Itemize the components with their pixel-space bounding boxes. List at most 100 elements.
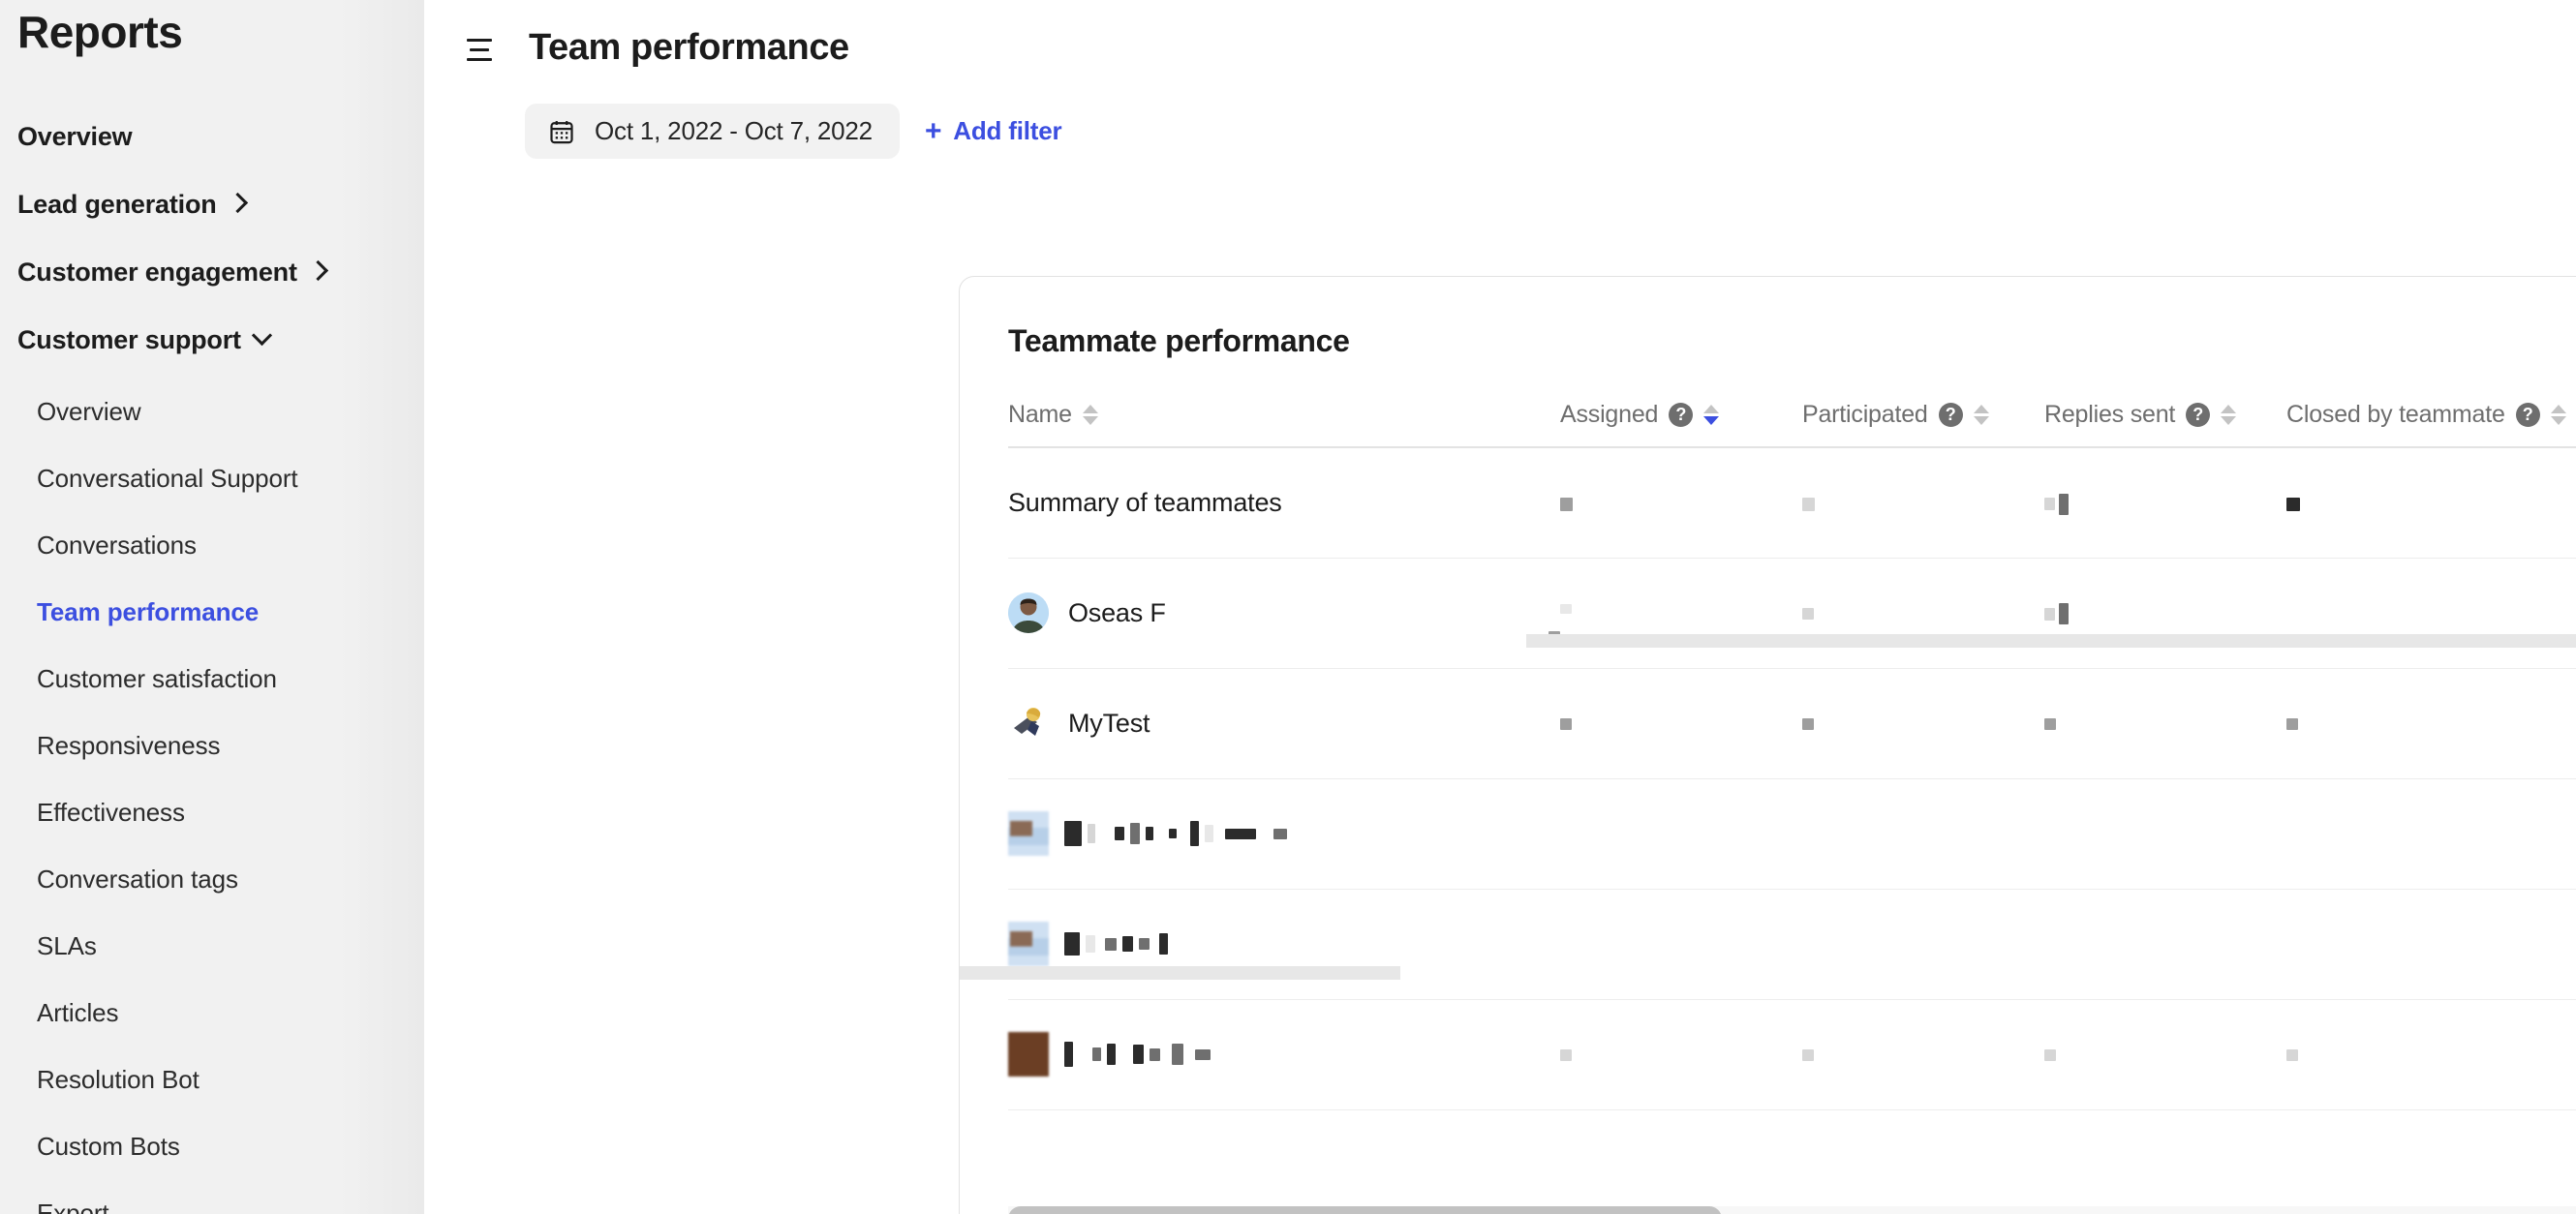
row-name-label: Summary of teammates [1008, 487, 1282, 517]
table-body: Summary of teammates Oseas F MyTest [1008, 447, 2576, 1110]
sort-toggle-name[interactable] [1082, 405, 1098, 425]
table-head: Name Assigned ? Participated ? Replies s… [1008, 399, 2576, 448]
column-label: Assigned [1560, 401, 1659, 428]
filter-bar: Oct 1, 2022 - Oct 7, 2022 + Add filter [424, 104, 2576, 159]
cell-participated [1802, 889, 2044, 1000]
redacted-value [1560, 497, 1573, 511]
redacted-value [1802, 718, 1814, 731]
cell-name: Oseas F [1008, 558, 1560, 669]
horizontal-scrollbar-track[interactable] [1008, 1206, 2576, 1214]
table-row[interactable] [1008, 889, 2576, 1000]
sidebar-item-label: Overview [17, 122, 133, 152]
sidebar-item-customer-engagement[interactable]: Customer engagement [0, 239, 424, 307]
teammate-performance-card: Teammate performance Download CSV [959, 276, 2576, 1214]
table-row[interactable]: Summary of teammates [1008, 447, 2576, 559]
table-row[interactable]: Oseas F [1008, 558, 2576, 669]
cell-replies-sent [2044, 447, 2286, 559]
help-icon[interactable]: ? [1669, 403, 1694, 427]
help-icon[interactable]: ? [2186, 403, 2211, 427]
add-filter-label: Add filter [953, 116, 1062, 145]
column-header-closed-by-teammate[interactable]: Closed by teammate ? [2286, 399, 2576, 448]
avatar [1008, 811, 1049, 856]
help-icon[interactable]: ? [2515, 403, 2540, 427]
sidebar-item-lead-generation[interactable]: Lead generation [0, 171, 424, 239]
sidebar-item-articles[interactable]: Articles [0, 980, 424, 1047]
hamburger-icon[interactable] [467, 34, 500, 63]
table-row[interactable] [1008, 778, 2576, 890]
redacted-value [2044, 1049, 2056, 1062]
sort-toggle-assigned[interactable] [1703, 405, 1720, 425]
cell-participated [1802, 999, 2044, 1110]
sidebar-item-responsiveness[interactable]: Responsiveness [0, 713, 424, 779]
cell-participated [1802, 778, 2044, 890]
column-header-assigned[interactable]: Assigned ? [1560, 399, 1802, 448]
redacted-value [1802, 1049, 1814, 1062]
redacted-value [2044, 607, 2055, 621]
sidebar-item-conversation-tags[interactable]: Conversation tags [0, 846, 424, 913]
main-content: Team performance Oct 1, 2022 - Oct 7, 20… [424, 0, 2576, 1214]
cell-assigned [1560, 668, 1802, 779]
add-filter-button[interactable]: + Add filter [924, 114, 1062, 147]
cell-closed-by-teammate [2286, 999, 2576, 1110]
table-row[interactable]: MyTest [1008, 668, 2576, 779]
sidebar-item-effectiveness[interactable]: Effectiveness [0, 779, 424, 846]
redacted-value [2286, 718, 2298, 731]
cell-closed-by-teammate [2286, 558, 2576, 669]
sidebar-item-overview[interactable]: Overview [0, 104, 424, 171]
row-name-label: Oseas F [1068, 597, 1166, 627]
column-header-replies-sent[interactable]: Replies sent ? [2044, 399, 2286, 448]
sort-toggle-participated[interactable] [1973, 405, 1989, 425]
cell-name [1008, 999, 1560, 1110]
page-header: Team performance [424, 0, 2576, 69]
card-title: Teammate performance [1008, 323, 1350, 358]
sidebar-item-customer-satisfaction[interactable]: Customer satisfaction [0, 646, 424, 713]
cell-closed-by-teammate [2286, 668, 2576, 779]
cell-name: MyTest [1008, 668, 1560, 779]
cell-assigned [1560, 999, 1802, 1110]
date-range-picker[interactable]: Oct 1, 2022 - Oct 7, 2022 [525, 104, 900, 159]
teammate-performance-table: Name Assigned ? Participated ? Replies s… [1008, 399, 2576, 1110]
sidebar-item-customer-support[interactable]: Customer support [0, 307, 424, 375]
redacted-value [2059, 603, 2069, 625]
redacted-name [1008, 922, 1560, 966]
sidebar-item-resolution-bot[interactable]: Resolution Bot [0, 1047, 424, 1113]
column-label: Closed by teammate [2286, 401, 2505, 428]
cell-replies-sent [2044, 889, 2286, 1000]
column-header-name[interactable]: Name [1008, 399, 1560, 448]
cell-closed-by-teammate [2286, 889, 2576, 1000]
cell-assigned [1560, 447, 1802, 559]
sidebar-item-label: Lead generation [17, 190, 217, 220]
sort-toggle-closed-by-teammate[interactable] [2550, 405, 2566, 425]
avatar [1008, 703, 1049, 744]
cell-assigned [1549, 558, 1802, 669]
sidebar-item-custom-bots[interactable]: Custom Bots [0, 1113, 424, 1180]
table-scroll-region[interactable]: Name Assigned ? Participated ? Replies s… [960, 399, 2576, 1185]
chevron-right-icon [227, 192, 248, 214]
redaction-band [1526, 634, 2576, 648]
sidebar-top-nav: Overview Lead generation Customer engage… [0, 104, 424, 375]
sidebar-item-export[interactable]: Export [0, 1180, 424, 1214]
sidebar-item-support-overview[interactable]: Overview [0, 379, 424, 445]
sidebar-item-label: Customer support [17, 325, 241, 355]
table-header-row: Name Assigned ? Participated ? Replies s… [1008, 399, 2576, 448]
sidebar-item-conversational-support[interactable]: Conversational Support [0, 445, 424, 512]
column-header-participated[interactable]: Participated ? [1802, 399, 2044, 448]
redacted-name [1008, 1032, 1560, 1077]
sidebar-item-conversations[interactable]: Conversations [0, 512, 424, 579]
sort-toggle-replies-sent[interactable] [2221, 405, 2237, 425]
page-title: Team performance [529, 27, 849, 68]
table-row[interactable] [1008, 999, 2576, 1110]
help-icon[interactable]: ? [1938, 403, 1963, 427]
sidebar-item-team-performance[interactable]: Team performance [0, 579, 424, 646]
redacted-value [2059, 493, 2069, 515]
redacted-value [2044, 718, 2056, 731]
redacted-value [2286, 1049, 2298, 1062]
cell-replies-sent [2044, 558, 2286, 669]
redacted-name [1008, 811, 1560, 856]
column-label: Replies sent [2044, 401, 2176, 428]
sidebar-item-slas[interactable]: SLAs [0, 913, 424, 980]
horizontal-scrollbar-thumb[interactable] [1008, 1206, 1722, 1214]
redacted-value [2286, 497, 2300, 511]
plus-icon: + [924, 114, 942, 147]
cell-assigned [1560, 889, 1802, 1000]
